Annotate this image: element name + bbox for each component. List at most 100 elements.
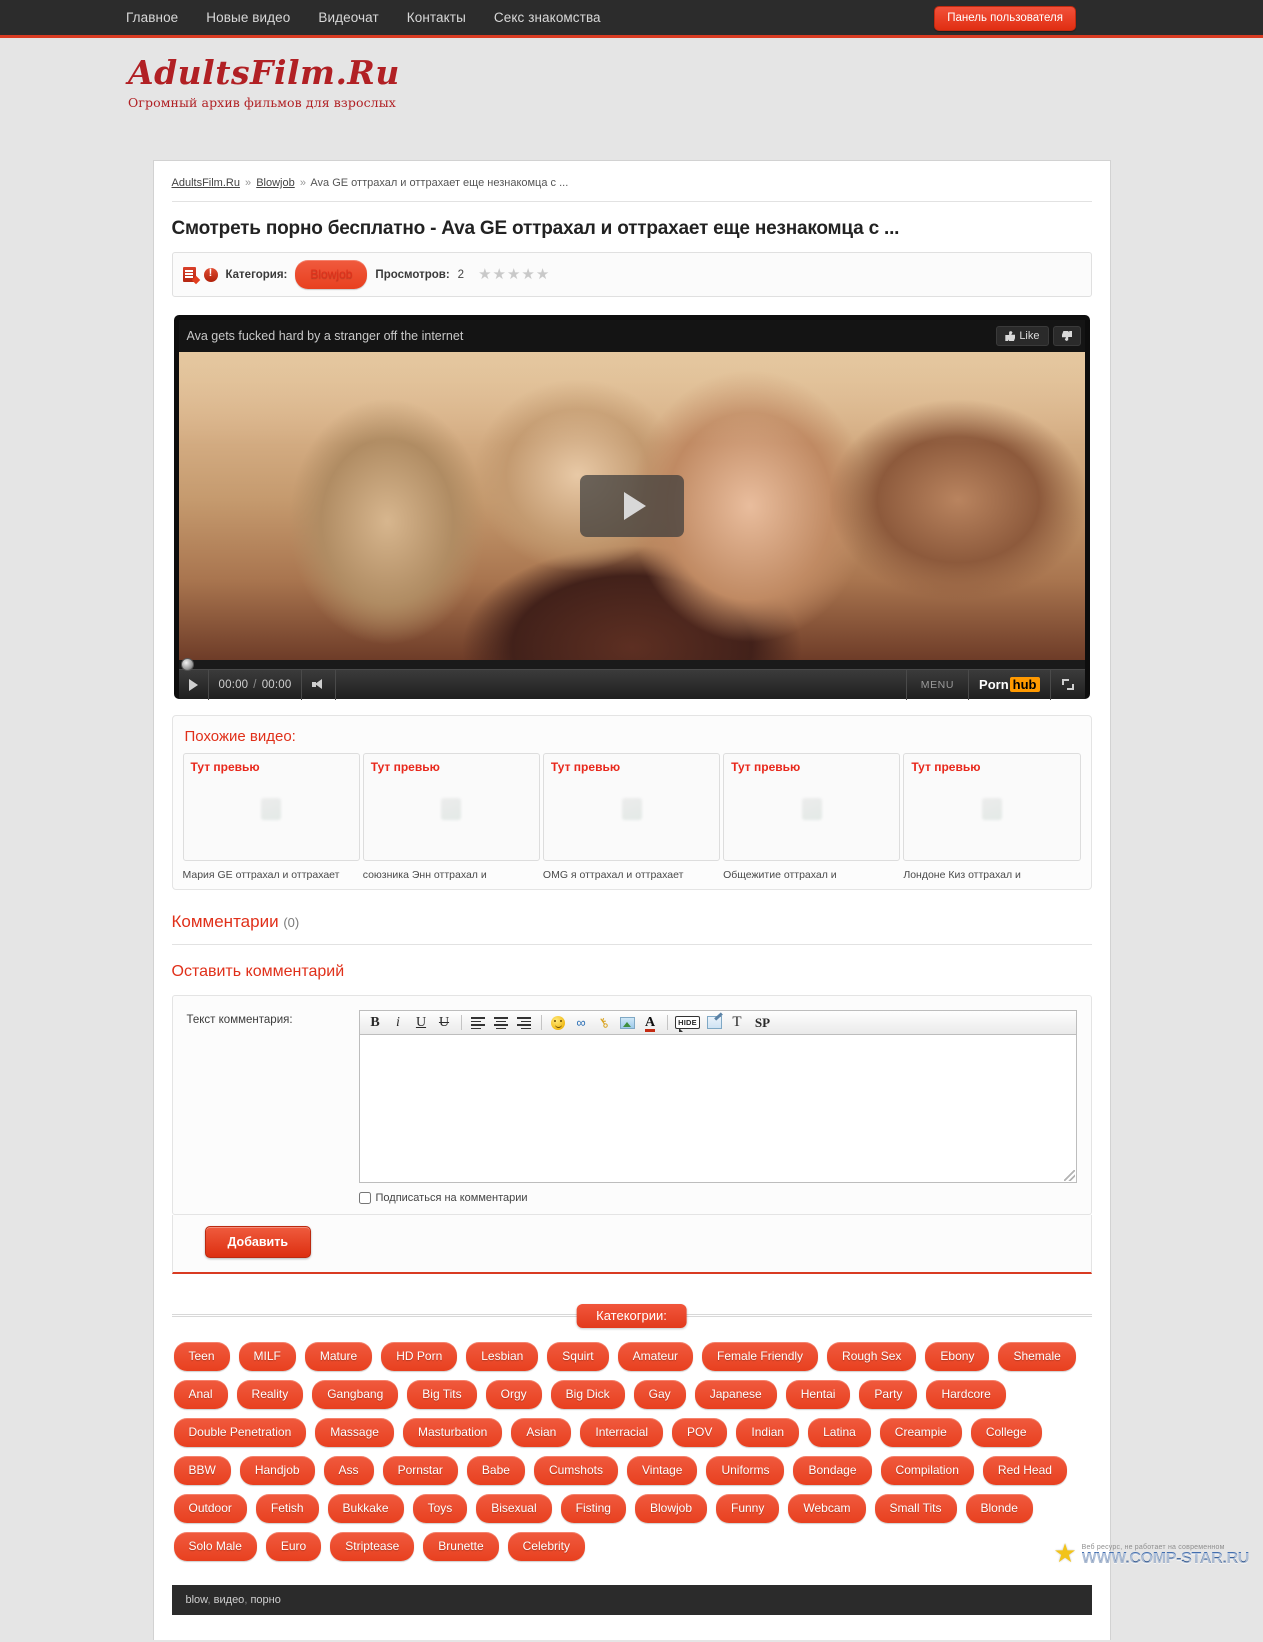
align-center-button[interactable] (491, 1013, 512, 1033)
category-tag[interactable]: Asian (511, 1418, 572, 1447)
category-tag[interactable]: BBW (173, 1456, 231, 1485)
link-button[interactable]: ∞ (571, 1013, 592, 1033)
subscribe-checkbox[interactable] (358, 1192, 371, 1204)
footer-tag[interactable]: порно (250, 1594, 280, 1606)
category-tag[interactable]: Vintage (626, 1456, 698, 1485)
category-tag[interactable]: Amateur (617, 1342, 694, 1371)
category-tag[interactable]: Double Penetration (173, 1418, 307, 1447)
category-tag[interactable]: Euro (265, 1532, 322, 1561)
category-tag[interactable]: Outdoor (173, 1494, 247, 1523)
category-tag[interactable]: Fetish (255, 1494, 319, 1523)
category-tag[interactable]: Brunette (423, 1532, 499, 1561)
category-tag[interactable]: Handjob (239, 1456, 315, 1485)
category-tag[interactable]: POV (672, 1418, 728, 1447)
breadcrumb-category[interactable]: Blowjob (256, 177, 295, 189)
seek-bar[interactable] (178, 658, 1085, 671)
category-tag[interactable]: Japanese (694, 1380, 777, 1409)
category-tag[interactable]: Big Tits (407, 1380, 477, 1409)
nav-item-videochat[interactable]: Видеочат (318, 10, 378, 25)
category-tag[interactable]: Bondage (793, 1456, 872, 1485)
strikethrough-button[interactable]: U (434, 1013, 455, 1033)
footer-tag[interactable]: blow (186, 1594, 208, 1606)
footer-tag[interactable]: видео (214, 1594, 245, 1606)
category-tag[interactable]: Orgy (485, 1380, 542, 1409)
category-tag[interactable]: Teen (173, 1342, 230, 1371)
similar-video-thumb[interactable]: Тут превью (723, 753, 901, 861)
category-tag[interactable]: Solo Male (173, 1532, 257, 1561)
font-color-button[interactable]: A (640, 1013, 661, 1033)
category-tag[interactable]: Small Tits (874, 1494, 957, 1523)
typography-button[interactable]: T (727, 1013, 748, 1033)
site-logo[interactable]: AdultsFilm.Ru Огромный архив фильмов для… (128, 56, 400, 110)
similar-video-card[interactable]: Тут превью Мария GE оттрахал и оттрахает (182, 753, 360, 881)
similar-video-thumb[interactable]: Тут превью (362, 753, 540, 861)
pornhub-logo[interactable]: Porn hub (968, 669, 1049, 700)
category-tag[interactable]: Gangbang (312, 1380, 399, 1409)
hide-button[interactable]: HIDE (674, 1013, 702, 1033)
category-tag[interactable]: HD Porn (381, 1342, 458, 1371)
category-tag[interactable]: Bukkake (327, 1494, 404, 1523)
category-tag[interactable]: Pornstar (382, 1456, 458, 1485)
similar-video-thumb[interactable]: Тут превью (182, 753, 360, 861)
underline-button[interactable]: U (411, 1013, 432, 1033)
category-tag[interactable]: Blowjob (634, 1494, 707, 1523)
category-tag[interactable]: Funny (716, 1494, 780, 1523)
category-tag[interactable]: College (970, 1418, 1042, 1447)
category-tag[interactable]: Ebony (925, 1342, 990, 1371)
category-tag[interactable]: Reality (236, 1380, 304, 1409)
hidden-key-button[interactable]: ⚷ (594, 1013, 615, 1033)
category-tag[interactable]: Shemale (998, 1342, 1076, 1371)
category-tag[interactable]: Massage (315, 1418, 394, 1447)
similar-video-card[interactable]: Тут превью союзника Энн оттрахал и (362, 753, 540, 881)
category-tag[interactable]: Celebrity (507, 1532, 585, 1561)
quote-button[interactable] (704, 1013, 725, 1033)
category-tag[interactable]: Creampie (879, 1418, 962, 1447)
category-tag[interactable]: Rough Sex (827, 1342, 917, 1371)
star-1[interactable]: ★ (478, 267, 491, 282)
comment-textarea[interactable] (358, 1035, 1077, 1183)
add-comment-button[interactable]: Добавить (204, 1226, 312, 1258)
play-overlay-button[interactable] (579, 475, 684, 537)
bold-button[interactable]: B (365, 1013, 386, 1033)
category-tag[interactable]: Ass (323, 1456, 374, 1485)
subscribe-row[interactable]: Подписаться на комментарии (358, 1192, 1077, 1204)
similar-video-caption[interactable]: союзника Энн оттрахал и (363, 869, 540, 881)
category-tag[interactable]: Bisexual (476, 1494, 552, 1523)
nav-item-dating[interactable]: Секс знакомства (494, 10, 601, 25)
star-3[interactable]: ★ (507, 267, 520, 282)
dislike-button[interactable] (1052, 326, 1081, 346)
fullscreen-button[interactable] (1049, 669, 1085, 700)
category-tag[interactable]: Cumshots (533, 1456, 618, 1485)
category-tag[interactable]: Latina (808, 1418, 871, 1447)
category-tag[interactable]: Female Friendly (702, 1342, 819, 1371)
nav-item-main[interactable]: Главное (126, 10, 178, 25)
volume-button[interactable] (302, 669, 337, 700)
rating-stars[interactable]: ★ ★ ★ ★ ★ (478, 267, 549, 282)
resize-handle[interactable] (1063, 1170, 1075, 1181)
category-tag[interactable]: Babe (466, 1456, 525, 1485)
category-tag[interactable]: Uniforms (706, 1456, 785, 1485)
spoiler-button[interactable]: SP (750, 1013, 776, 1033)
category-tag[interactable]: Fisting (560, 1494, 626, 1523)
star-5[interactable]: ★ (536, 267, 549, 282)
category-tag[interactable]: Hardcore (926, 1380, 1006, 1409)
category-tag[interactable]: Lesbian (466, 1342, 539, 1371)
category-tag[interactable]: Interracial (580, 1418, 664, 1447)
similar-video-card[interactable]: Тут превью Лондоне Киз оттрахал и (903, 753, 1081, 881)
category-tag[interactable]: Indian (736, 1418, 800, 1447)
category-tag[interactable]: Hentai (785, 1380, 851, 1409)
nav-item-contacts[interactable]: Контакты (407, 10, 466, 25)
italic-button[interactable]: i (388, 1013, 409, 1033)
emoticon-button[interactable] (548, 1013, 569, 1033)
star-2[interactable]: ★ (493, 267, 506, 282)
user-panel-button[interactable]: Панель пользователя (934, 6, 1076, 31)
nav-item-new-videos[interactable]: Новые видео (206, 10, 290, 25)
similar-video-card[interactable]: Тут превью Общежитие оттрахал и (723, 753, 901, 881)
play-button[interactable] (179, 669, 209, 700)
category-tag[interactable]: Mature (304, 1342, 373, 1371)
menu-button[interactable]: MENU (905, 669, 968, 700)
similar-video-caption[interactable]: Лондоне Киз оттрахал и (903, 869, 1080, 881)
star-4[interactable]: ★ (521, 267, 534, 282)
similar-video-caption[interactable]: Общежитие оттрахал и (723, 869, 900, 881)
category-tag[interactable]: Squirt (547, 1342, 609, 1371)
